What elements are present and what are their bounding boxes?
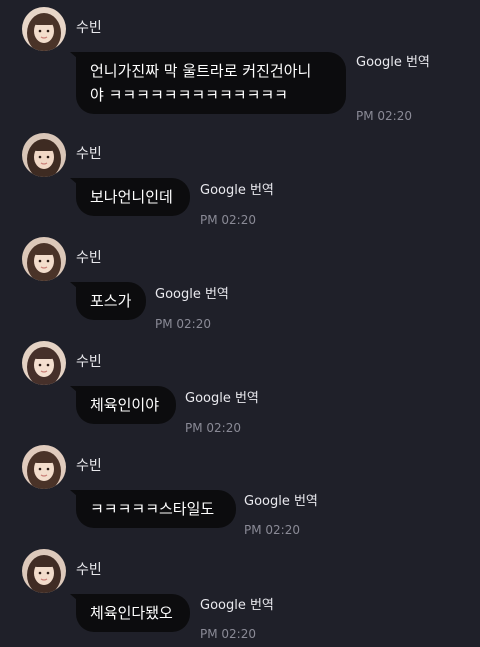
message-time: PM 02:20: [200, 213, 256, 227]
message-time: PM 02:20: [155, 317, 211, 331]
message-bubble[interactable]: 체육인이야: [76, 386, 176, 424]
avatar[interactable]: [22, 133, 66, 177]
chat-view[interactable]: 수빈 언니가진짜 막 울트라로 커진건아니 야 ㅋㅋㅋㅋㅋㅋㅋㅋㅋㅋㅋㅋㅋ Go…: [0, 0, 480, 647]
profile-photo-icon: [22, 133, 66, 177]
sender-name: 수빈: [76, 250, 102, 266]
avatar[interactable]: [22, 549, 66, 593]
message-bubble[interactable]: 보나언니인데: [76, 178, 190, 216]
google-translate-link[interactable]: Google 번역: [200, 598, 274, 614]
profile-photo-icon: [22, 445, 66, 489]
profile-photo-icon: [22, 341, 66, 385]
sender-name: 수빈: [76, 146, 102, 162]
profile-photo-icon: [22, 7, 66, 51]
message-time: PM 02:20: [200, 627, 256, 641]
profile-photo-icon: [22, 237, 66, 281]
message-bubble[interactable]: 언니가진짜 막 울트라로 커진건아니 야 ㅋㅋㅋㅋㅋㅋㅋㅋㅋㅋㅋㅋㅋ: [76, 52, 346, 114]
sender-name: 수빈: [76, 458, 102, 474]
message-time: PM 02:20: [244, 523, 300, 537]
google-translate-link[interactable]: Google 번역: [200, 183, 274, 199]
avatar[interactable]: [22, 7, 66, 51]
message-time: PM 02:20: [185, 421, 241, 435]
google-translate-link[interactable]: Google 번역: [185, 391, 259, 407]
message-bubble[interactable]: 포스가: [76, 282, 146, 320]
message-bubble[interactable]: ㅋㅋㅋㅋㅋ스타일도: [76, 490, 236, 528]
google-translate-link[interactable]: Google 번역: [356, 55, 430, 71]
profile-photo-icon: [22, 549, 66, 593]
message-bubble[interactable]: 체육인다됐오: [76, 594, 190, 632]
google-translate-link[interactable]: Google 번역: [155, 287, 229, 303]
avatar[interactable]: [22, 237, 66, 281]
sender-name: 수빈: [76, 20, 102, 36]
avatar[interactable]: [22, 341, 66, 385]
google-translate-link[interactable]: Google 번역: [244, 494, 318, 510]
sender-name: 수빈: [76, 354, 102, 370]
message-time: PM 02:20: [356, 109, 412, 123]
sender-name: 수빈: [76, 562, 102, 578]
avatar[interactable]: [22, 445, 66, 489]
